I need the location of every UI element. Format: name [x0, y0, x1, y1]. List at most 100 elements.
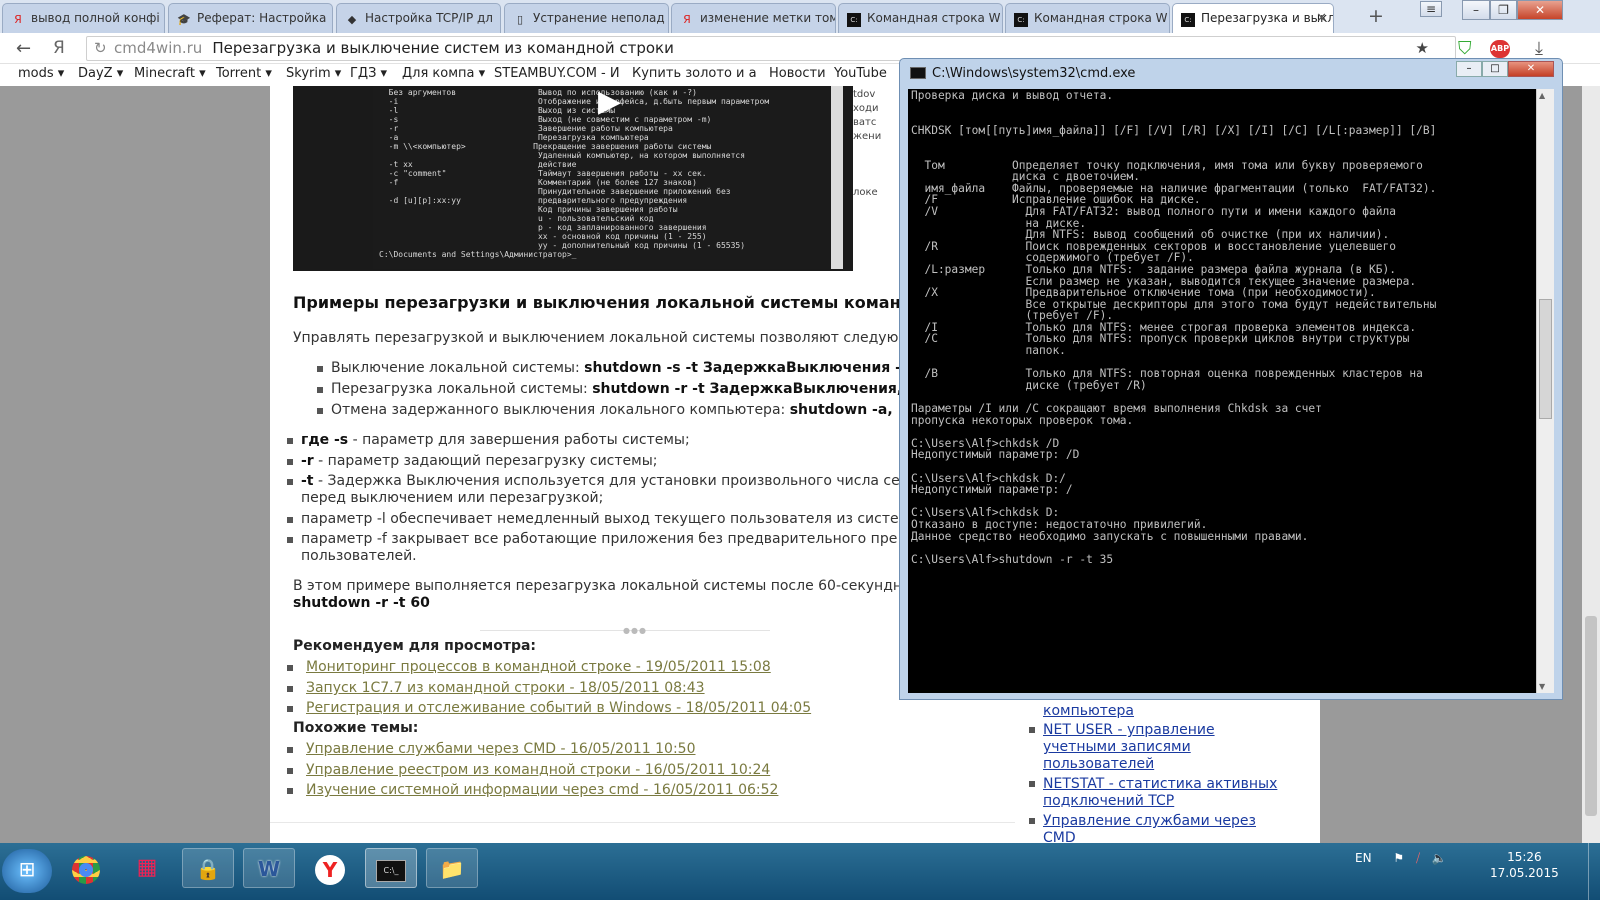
minimize-icon[interactable]: –: [1462, 0, 1490, 20]
sidebar-link[interactable]: Управление службами через CMD: [1043, 813, 1256, 847]
download-icon[interactable]: ⤓: [1535, 38, 1543, 59]
tab-label: Командная строка W: [867, 11, 1001, 25]
tab[interactable]: 🎓 Реферат: Настройка: [168, 3, 333, 33]
bookmark-item[interactable]: Новости: [769, 66, 826, 81]
bullet-icon: [287, 686, 293, 692]
tab[interactable]: ◆ Настройка TCP/IP дл: [336, 3, 501, 33]
tab-active[interactable]: C: Перезагрузка и выкл ✕: [1172, 3, 1334, 33]
url-title: Перезагрузка и выключение систем из кома…: [212, 39, 674, 57]
tab-strip: Явывод полной конфі 🎓 Реферат: Настройка …: [0, 0, 1600, 33]
cmd-console[interactable]: Проверка диска и вывод отчета. CHKDSK [т…: [908, 89, 1536, 693]
video-player[interactable]: Без аргументов Вывод по использованию (к…: [293, 86, 853, 271]
cmd-close-icon[interactable]: ✕: [1508, 61, 1554, 77]
start-icon[interactable]: ⊞: [2, 849, 52, 893]
side-peek-line: tdov: [853, 89, 876, 100]
cmd-taskbar-icon[interactable]: C:\_: [365, 848, 417, 888]
bookmark-item[interactable]: ГДЗ ▾: [350, 66, 387, 81]
play-icon[interactable]: ▶: [598, 86, 621, 119]
close-tab-icon[interactable]: ✕: [1316, 11, 1327, 26]
page-scrollbar[interactable]: [1582, 86, 1600, 843]
reload-icon[interactable]: ↻: [94, 37, 107, 60]
back-icon[interactable]: ←: [16, 38, 31, 59]
flag-icon[interactable]: ⚑: [1393, 851, 1404, 865]
cmd-maximize-icon[interactable]: □: [1482, 61, 1508, 77]
bookmark-item[interactable]: mods ▾: [18, 66, 64, 81]
video-line: p - код запланированного завершения: [379, 223, 707, 232]
word-icon[interactable]: W: [243, 848, 295, 888]
tab-label: Устранение неполад: [533, 11, 665, 25]
show-desktop-button[interactable]: [1588, 843, 1600, 900]
list-item: Отмена задержанного выключения локальног…: [331, 402, 893, 419]
adblock-icon[interactable]: ABP: [1490, 40, 1510, 58]
yandex-icon[interactable]: Я: [53, 38, 65, 58]
bookmark-item[interactable]: Skyrim ▾: [286, 66, 341, 81]
recommend-link[interactable]: Мониторинг процессов в командной строке …: [306, 659, 771, 675]
cmd-scrollbar[interactable]: ▲ ▼: [1536, 89, 1554, 693]
bullet-icon: [317, 366, 323, 372]
list-item-code: shutdown -s -t ЗадержкаВыключения -l -: [584, 360, 917, 376]
tab[interactable]: ▯ Устранение неполад: [504, 3, 669, 33]
tab-favicon-icon: C:: [1181, 13, 1195, 27]
param-text: перед выключением или перезагрузкой;: [301, 490, 604, 506]
param-text: - параметр для завершения работы системы…: [348, 432, 690, 448]
console-line: Отказано в доступе: недостаточно привиле…: [911, 517, 1208, 531]
bookmark-item[interactable]: Torrent ▾: [216, 66, 272, 81]
tab[interactable]: C: Командная строка W: [1005, 3, 1170, 33]
folder-icon[interactable]: 📁: [426, 848, 478, 888]
bookmark-item[interactable]: YouTube: [834, 66, 887, 81]
sidebar-link-line: NET USER - управление: [1043, 722, 1215, 738]
restore-icon[interactable]: ❐: [1490, 0, 1517, 20]
clock[interactable]: 15:26 17.05.2015: [1490, 849, 1559, 881]
apps-grid-icon[interactable]: ▦: [121, 848, 173, 888]
scroll-down-icon[interactable]: ▼: [1539, 682, 1545, 691]
sidebar-link-line: пользователей: [1043, 756, 1155, 772]
sidebar-link[interactable]: компьютера: [1043, 703, 1134, 720]
similar-link[interactable]: Изучение системной информации через cmd …: [306, 782, 778, 798]
shield-icon[interactable]: ⛉: [1458, 38, 1472, 59]
bullet-icon: [317, 387, 323, 393]
similar-link[interactable]: Управление службами через CMD - 16/05/20…: [306, 741, 696, 757]
side-peek-line: [853, 158, 883, 172]
network-icon[interactable]: ⧸: [1416, 851, 1420, 865]
bookmark-item[interactable]: STEAMBUY.COM - И: [494, 66, 622, 81]
param-item: -t - Задержка Выключения используется дл…: [301, 473, 916, 490]
taskbar: ⊞ ▦ 🔒 W Y C:\_ 📁 EN ⚑ ⧸ 🔈 15:26 17.05.20…: [0, 843, 1600, 900]
volume-icon[interactable]: 🔈: [1432, 851, 1447, 865]
close-window-icon[interactable]: ✕: [1517, 0, 1563, 20]
bookmark-item[interactable]: DayZ ▾: [78, 66, 123, 81]
tab[interactable]: Явывод полной конфі: [2, 3, 165, 33]
yandex-browser-icon[interactable]: Y: [304, 848, 356, 888]
recommend-link[interactable]: Запуск 1С7.7 из командной строки - 18/05…: [306, 680, 705, 696]
bullet-icon: [1029, 727, 1035, 733]
scrollbar-thumb[interactable]: [1539, 299, 1552, 419]
example-code: shutdown -r -t 60: [293, 595, 430, 611]
sidebar-link[interactable]: NET USER - управление учетными записями по…: [1043, 722, 1215, 773]
menu-icon[interactable]: ≡: [1420, 1, 1442, 17]
scrollbar-thumb[interactable]: [1585, 616, 1597, 816]
sidebar-link-line: NETSTAT - статистика активных: [1043, 776, 1278, 792]
sidebar-link-line: подключений TCP: [1043, 793, 1175, 809]
star-icon[interactable]: ★: [1416, 37, 1429, 60]
language-indicator[interactable]: EN: [1355, 851, 1372, 865]
bookmark-item[interactable]: Для компа ▾: [402, 66, 485, 81]
sidebar-link[interactable]: NETSTAT - статистика активных подключений…: [1043, 776, 1277, 810]
tab-label: Настройка TCP/IP дл: [365, 11, 493, 25]
new-tab-icon[interactable]: +: [1368, 5, 1384, 27]
bookmark-item[interactable]: Minecraft ▾: [134, 66, 206, 81]
bookmark-item[interactable]: Купить золото и ад: [632, 66, 757, 81]
side-peek-line: жени: [853, 131, 882, 142]
tab[interactable]: Яизменение метки том: [671, 3, 836, 33]
console-line: Недопустимый параметр: /D: [911, 448, 1080, 462]
param-text: - Задержка Выключения используется для у…: [313, 473, 917, 489]
tab[interactable]: C: Командная строка W: [838, 3, 1003, 33]
lock-app-icon[interactable]: 🔒: [182, 848, 234, 888]
recommend-link[interactable]: Регистрация и отслеживание событий в Win…: [306, 700, 811, 716]
similar-link[interactable]: Управление реестром из командной строки …: [306, 762, 770, 778]
tab-favicon-icon: Я: [14, 13, 22, 26]
cmd-window[interactable]: C:\Windows\system32\cmd.exe – □ ✕ Провер…: [899, 58, 1563, 700]
scroll-up-icon[interactable]: ▲: [1539, 91, 1545, 100]
sidebar-link-line: учетными записями: [1043, 739, 1191, 755]
section-heading: Примеры перезагрузки и выключения локаль…: [293, 293, 980, 312]
cmd-minimize-icon[interactable]: –: [1456, 61, 1482, 77]
chrome-icon[interactable]: [60, 848, 112, 888]
